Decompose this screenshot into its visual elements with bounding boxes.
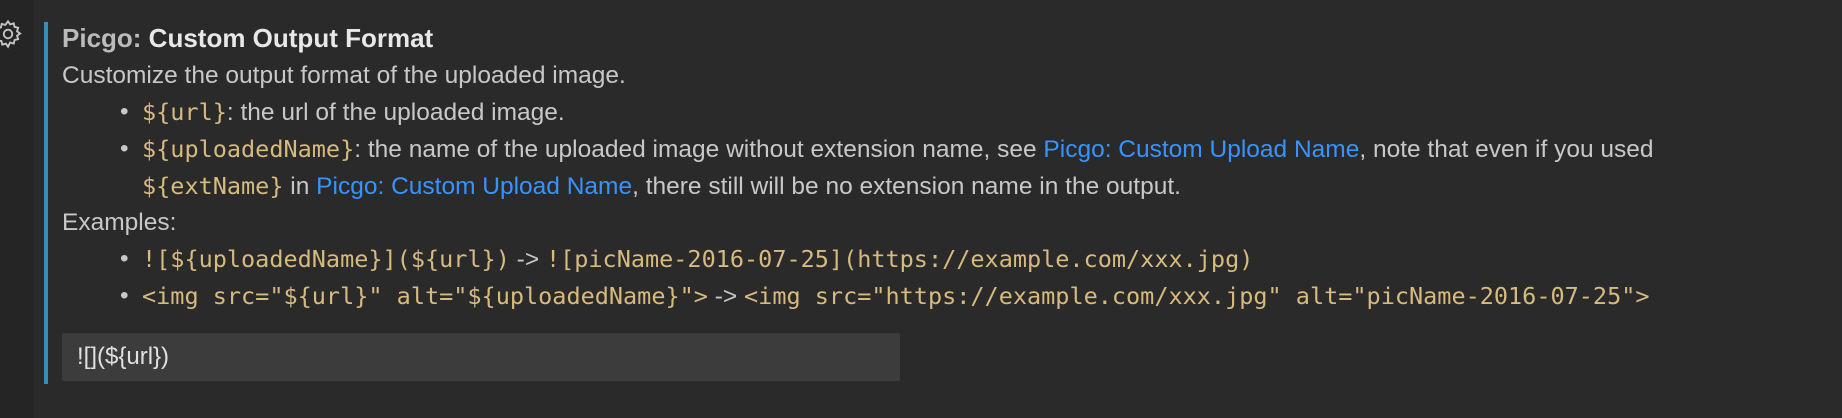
example-template: <img src="${url}" alt="${uploadedName}">: [142, 282, 708, 310]
example-item: <img src="${url}" alt="${uploadedName}">…: [120, 278, 1822, 315]
setting-content: Picgo: Custom Output Format Customize th…: [62, 20, 1822, 381]
example-arrow: ->: [707, 283, 745, 310]
focus-indicator: [44, 22, 48, 384]
example-result: <img src="https://example.com/xxx.jpg" a…: [744, 282, 1650, 310]
variable-list: ${url}: the url of the uploaded image. $…: [62, 94, 1822, 205]
example-arrow: ->: [509, 246, 546, 273]
example-template: ![${uploadedName}](${url}): [142, 245, 510, 273]
settings-gutter: [0, 0, 34, 418]
setting-category: Picgo:: [62, 23, 149, 53]
list-item: ${uploadedName}: the name of the uploade…: [120, 131, 1822, 205]
list-item-text: , there still will be no extension name …: [632, 173, 1181, 200]
list-item-text: in: [283, 173, 317, 200]
setting-title: Picgo: Custom Output Format: [62, 20, 1822, 56]
code-uploaded-name: ${uploadedName}: [142, 135, 355, 163]
examples-label: Examples:: [62, 209, 177, 236]
list-item-text: : the name of the uploaded image without…: [354, 136, 1044, 163]
list-item: ${url}: the url of the uploaded image.: [120, 94, 1822, 131]
code-url: ${url}: [142, 98, 227, 126]
example-result: ![picName-2016-07-25](https://example.co…: [545, 245, 1254, 273]
setting-name: Custom Output Format: [148, 23, 434, 53]
setting-description: Customize the output format of the uploa…: [62, 58, 1822, 315]
output-format-input[interactable]: [62, 333, 900, 381]
link-custom-upload-name[interactable]: Picgo: Custom Upload Name: [1043, 136, 1359, 163]
description-intro: Customize the output format of the uploa…: [62, 62, 626, 89]
examples-list: ![${uploadedName}](${url}) -> ![picName-…: [62, 241, 1822, 315]
link-custom-upload-name-2[interactable]: Picgo: Custom Upload Name: [316, 173, 632, 200]
list-item-text: , note that even if you used: [1359, 136, 1654, 163]
list-item-text: : the url of the uploaded image.: [226, 99, 565, 126]
setting-item-custom-output-format: Picgo: Custom Output Format Customize th…: [34, 0, 1842, 418]
gear-icon[interactable]: [0, 18, 24, 50]
example-item: ![${uploadedName}](${url}) -> ![picName-…: [120, 241, 1822, 278]
code-ext-name: ${extName}: [142, 172, 284, 200]
